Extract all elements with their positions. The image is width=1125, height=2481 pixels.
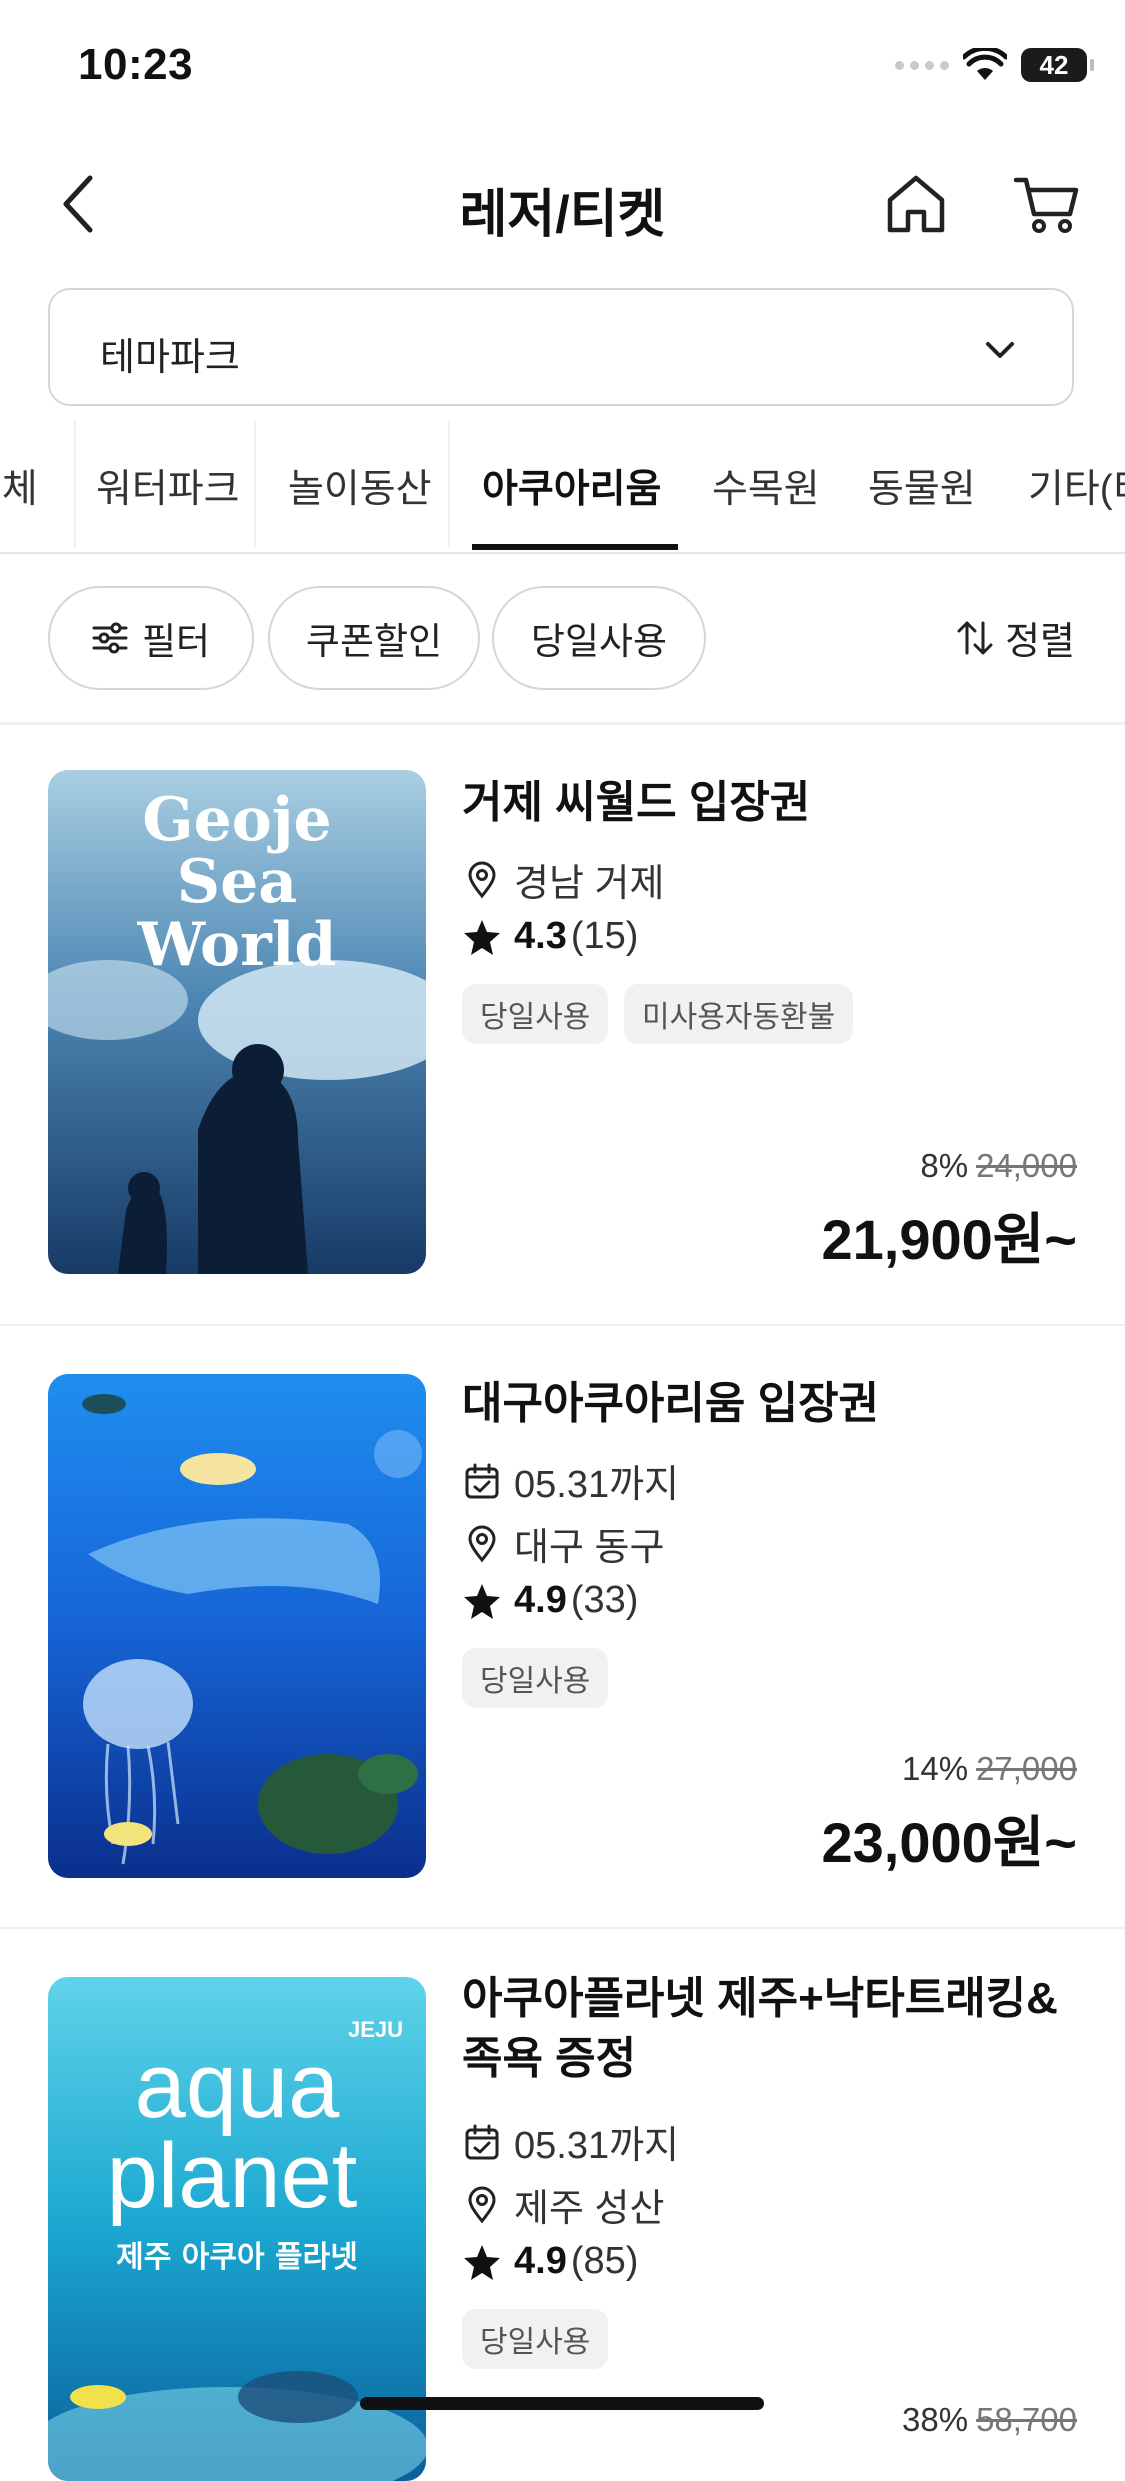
star-icon bbox=[464, 2244, 500, 2280]
tab-waterpark[interactable]: 워터파크 bbox=[96, 458, 240, 514]
wifi-icon bbox=[963, 48, 1007, 80]
product-price: 23,000원~ bbox=[821, 1811, 1077, 1874]
product-discount: 38% 58,700 bbox=[902, 2401, 1077, 2438]
tag-sameday: 당일사용 bbox=[462, 1648, 609, 1708]
product-tags: 당일사용 미사용자동환불 bbox=[462, 984, 1062, 1044]
product-image: Geoje Sea World bbox=[48, 770, 426, 1274]
sort-label: 정렬 bbox=[1005, 621, 1075, 663]
product-price: 21,900원~ bbox=[821, 1208, 1077, 1271]
tab-arboretum[interactable]: 수목원 bbox=[712, 458, 820, 514]
svg-text:aqua: aqua bbox=[135, 2035, 340, 2137]
product-location: 경남 거제 bbox=[462, 852, 664, 907]
location-pin-icon bbox=[468, 1525, 496, 1562]
product-location: 제주 성산 bbox=[462, 2177, 664, 2232]
star-icon bbox=[464, 919, 500, 955]
filter-label: 필터 bbox=[141, 621, 211, 662]
subcategory-tabs: 전체 워터파크 놀이동산 아쿠아리움 수목원 동물원 기타(티 bbox=[0, 410, 1125, 554]
product-card-aqua-planet-jeju[interactable]: JEJU aqua planet 제주 아쿠아 플라넷 아쿠아플라넷 제주+낙타… bbox=[0, 1929, 1125, 2481]
svg-text:World: World bbox=[137, 910, 337, 980]
cellular-signal-icon bbox=[895, 60, 949, 70]
chevron-down-icon bbox=[986, 342, 1014, 358]
sort-arrows-icon bbox=[957, 621, 993, 654]
tag-sameday: 당일사용 bbox=[462, 2309, 609, 2369]
product-card-daegu-aquarium[interactable]: 대구아쿠아리움 입장권 05.31까지 대구 동구 4.9 (33) 당일사용 … bbox=[0, 1326, 1125, 1926]
calendar-check-icon bbox=[465, 1463, 499, 1498]
svg-text:JEJU: JEJU bbox=[348, 2017, 403, 2042]
svg-text:Sea: Sea bbox=[177, 847, 297, 917]
tab-all[interactable]: 전체 bbox=[0, 458, 38, 514]
tab-etc[interactable]: 기타(티 bbox=[1028, 458, 1125, 514]
location-pin-icon bbox=[468, 2186, 496, 2223]
tab-amusement-park[interactable]: 놀이동산 bbox=[288, 458, 432, 514]
status-indicators: 42 bbox=[895, 48, 1094, 82]
star-icon bbox=[464, 1583, 500, 1619]
sort-button[interactable]: 정렬 bbox=[955, 610, 1075, 665]
tag-auto-refund: 미사용자동환불 bbox=[624, 984, 854, 1044]
battery-level: 42 bbox=[1039, 49, 1069, 80]
product-image bbox=[48, 1374, 426, 1878]
home-icon[interactable] bbox=[882, 168, 950, 240]
sliders-icon bbox=[92, 622, 128, 654]
product-period: 05.31까지 bbox=[462, 1453, 679, 1508]
product-location: 대구 동구 bbox=[462, 1516, 664, 1571]
image-logo-text: Geoje bbox=[142, 785, 331, 855]
product-rating: 4.3 (15) bbox=[462, 915, 638, 958]
svg-text:planet: planet bbox=[107, 2125, 358, 2227]
product-card-geoje-seaworld[interactable]: Geoje Sea World 거제 씨월드 입장권 경남 거제 4.3 (15… bbox=[0, 725, 1125, 1325]
coupon-discount-chip[interactable]: 쿠폰할인 bbox=[268, 586, 480, 690]
calendar-check-icon bbox=[465, 2124, 499, 2159]
product-rating: 4.9 (33) bbox=[462, 1579, 638, 1622]
cart-icon[interactable] bbox=[1012, 168, 1084, 240]
product-title: 아쿠아플라넷 제주+낙타트래킹& 족욕 증정 bbox=[462, 1974, 1058, 2083]
tag-sameday: 당일사용 bbox=[462, 984, 609, 1044]
product-rating: 4.9 (85) bbox=[462, 2240, 638, 2283]
page-title: 레저/티켓 bbox=[459, 186, 666, 244]
product-title: 대구아쿠아리움 입장권 bbox=[462, 1379, 880, 1428]
product-title: 거제 씨월드 입장권 bbox=[462, 778, 811, 827]
home-indicator bbox=[360, 2397, 764, 2410]
product-period: 05.31까지 bbox=[462, 2114, 679, 2169]
product-tags: 당일사용 bbox=[462, 1648, 1062, 1708]
battery-icon: 42 bbox=[1021, 48, 1094, 82]
category-dropdown[interactable]: 테마파크 bbox=[48, 288, 1074, 406]
product-discount: 14% 27,000 bbox=[902, 1750, 1077, 1787]
tab-aquarium[interactable]: 아쿠아리움 bbox=[482, 458, 661, 514]
product-discount: 8% 24,000 bbox=[920, 1147, 1077, 1184]
category-dropdown-value: 테마파크 bbox=[100, 337, 240, 379]
product-tags: 당일사용 bbox=[462, 2309, 1062, 2369]
svg-text:제주 아쿠아 플라넷: 제주 아쿠아 플라넷 bbox=[116, 2240, 358, 2275]
status-time: 10:23 bbox=[78, 40, 194, 89]
sameday-use-chip[interactable]: 당일사용 bbox=[492, 586, 706, 690]
active-tab-indicator bbox=[472, 544, 678, 550]
filter-button[interactable]: 필터 bbox=[48, 586, 254, 690]
tab-zoo[interactable]: 동물원 bbox=[868, 458, 976, 514]
location-pin-icon bbox=[468, 861, 496, 898]
